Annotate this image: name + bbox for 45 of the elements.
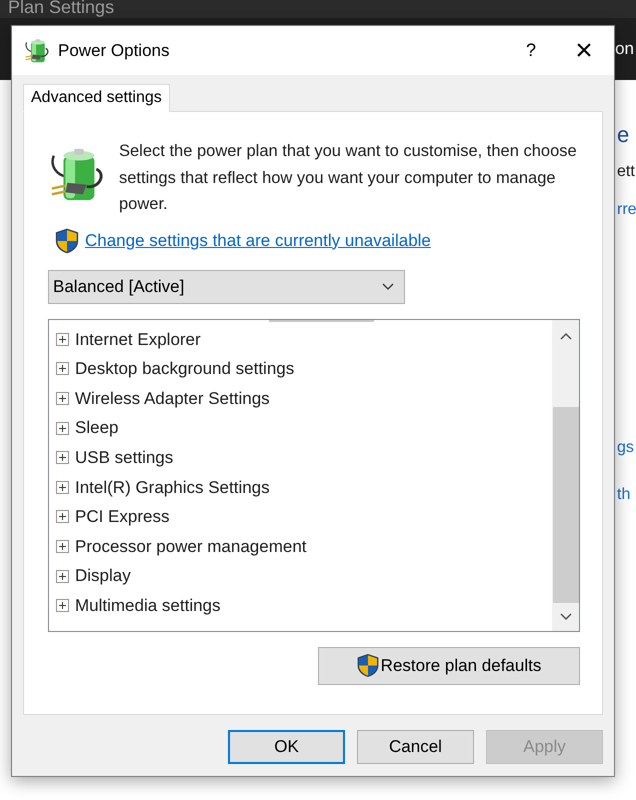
tree-item[interactable]: Sleep (56, 413, 552, 443)
tree-item[interactable]: Internet Explorer (56, 324, 552, 354)
expand-icon[interactable] (56, 422, 69, 435)
window-title: Power Options (58, 40, 170, 62)
scroll-up-icon[interactable] (560, 332, 572, 340)
expand-icon[interactable] (56, 392, 69, 405)
tree-item[interactable]: Multimedia settings (56, 590, 552, 620)
dialog-button[interactable]: OK (228, 730, 345, 764)
tree-item[interactable]: Wireless Adapter Settings (56, 384, 552, 414)
battery-plug-icon (24, 38, 50, 64)
background-text: e (617, 121, 630, 149)
dialog-button[interactable]: Cancel (357, 730, 474, 764)
background-toolbar-text: on (615, 38, 634, 60)
tree-item[interactable]: Intel(R) Graphics Settings (56, 472, 552, 502)
expand-icon[interactable] (56, 540, 69, 553)
vertical-scrollbar[interactable] (552, 320, 579, 630)
expand-icon[interactable] (56, 599, 69, 612)
tab[interactable]: Advanced settings (23, 84, 170, 112)
expand-icon[interactable] (56, 451, 69, 464)
shield-icon (356, 653, 379, 678)
expand-icon[interactable] (56, 510, 69, 524)
restore-defaults-button[interactable]: Restore plan defaults (318, 646, 580, 684)
tree-item[interactable]: USB settings (56, 442, 552, 472)
tree-item[interactable]: PCI Express (56, 502, 552, 532)
background-text: gs (617, 438, 634, 458)
expand-icon[interactable] (56, 570, 69, 583)
expand-icon[interactable] (56, 332, 69, 346)
background-text: th (617, 485, 630, 505)
tree-item[interactable]: Display (56, 561, 552, 591)
close-button[interactable]: × (554, 30, 614, 70)
tree-item[interactable]: Processor power management (56, 532, 552, 562)
help-button[interactable]: ? (508, 30, 554, 70)
background-text: ett (617, 162, 635, 182)
description-text: Select the power plan that you want to customise, then choose settings that reflect how you want your computer to manage power. (119, 141, 577, 215)
shield-icon (55, 228, 79, 254)
chevron-down-icon (382, 282, 394, 290)
plan-dropdown[interactable]: Balanced [Active] (48, 270, 405, 304)
scrollbar-thumb[interactable] (552, 406, 578, 602)
expand-icon[interactable] (56, 362, 69, 376)
tree-item[interactable]: Desktop background settings (56, 354, 552, 384)
change-settings-link[interactable]: Change settings that are currently unavailable (85, 228, 431, 254)
background-title: Plan Settings (8, 0, 114, 16)
scroll-down-icon[interactable] (560, 612, 572, 620)
background-text: rre (617, 200, 636, 220)
expand-icon[interactable] (56, 480, 69, 494)
